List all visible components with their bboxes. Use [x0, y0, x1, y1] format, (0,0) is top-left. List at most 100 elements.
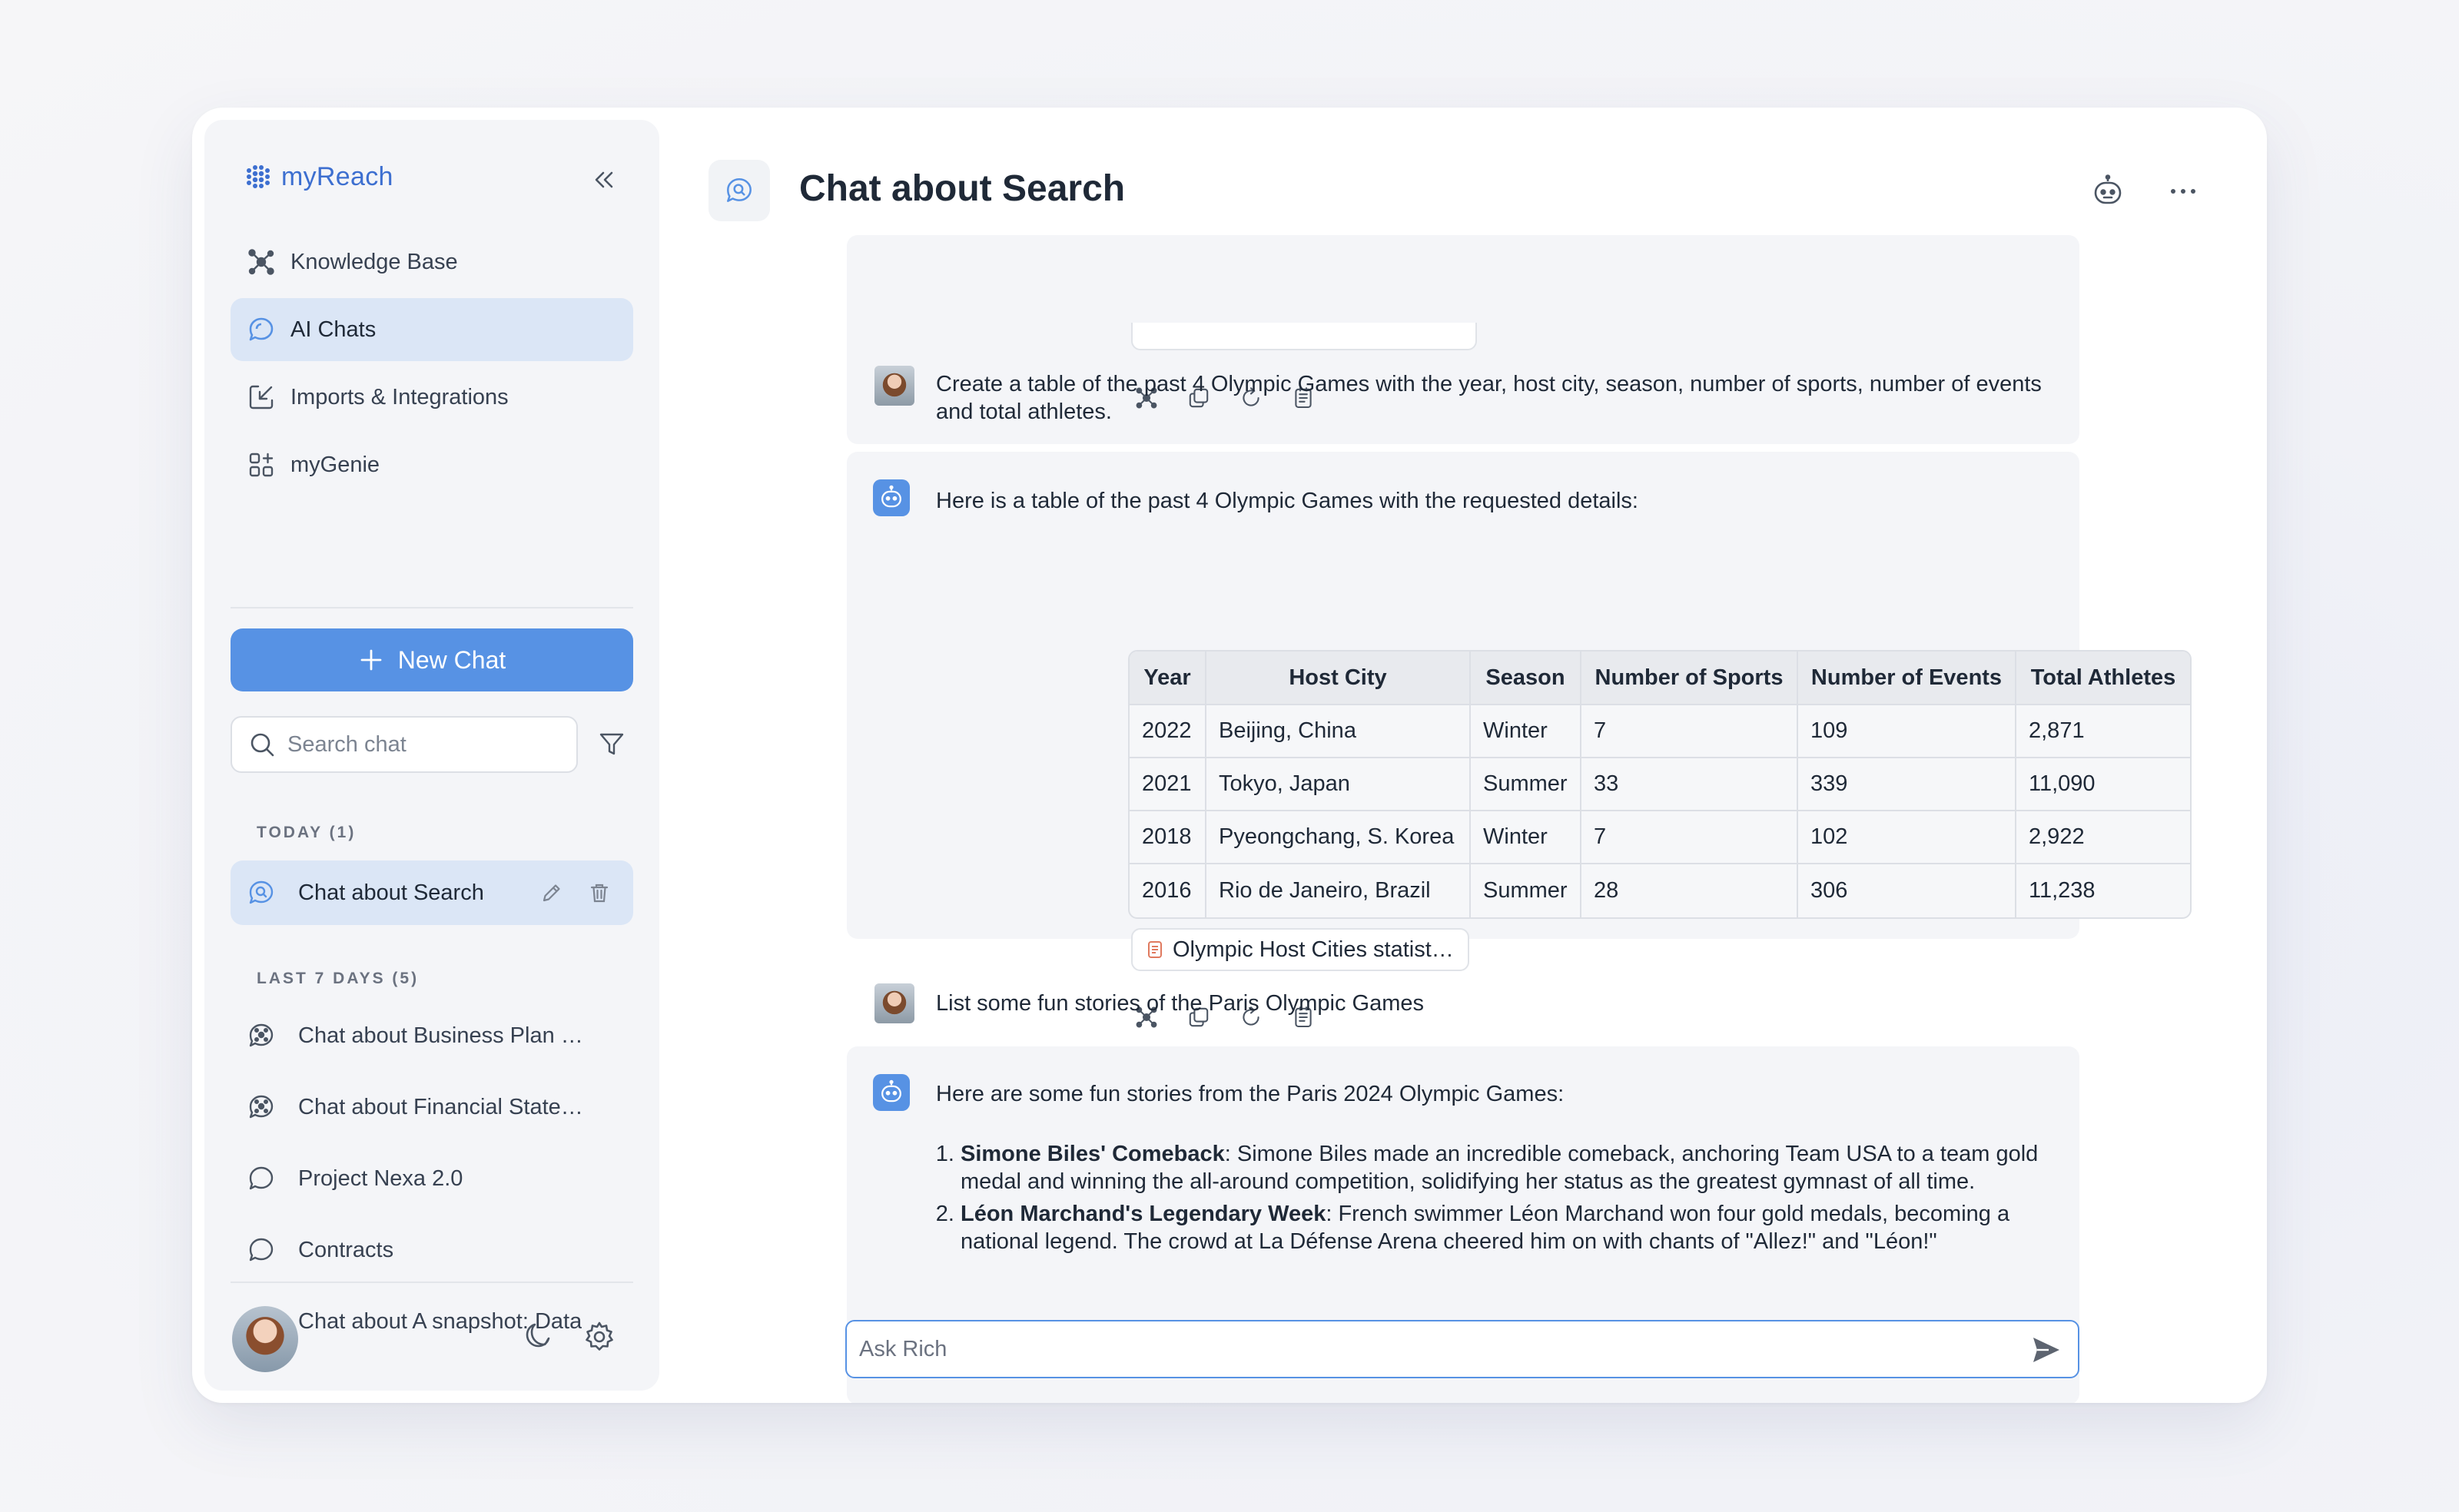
table-cell: Beijing, China	[1206, 705, 1471, 758]
page-title: Chat about Search	[799, 168, 1126, 209]
nav-label: Knowledge Base	[290, 249, 458, 274]
table-cell: 2016	[1130, 864, 1206, 917]
divider	[231, 607, 633, 608]
sidebar: myReach Knowledge Base AI Chats Imports …	[204, 120, 659, 1391]
ask-input[interactable]	[859, 1336, 1996, 1362]
olympics-table: Year Host City Season Number of Sports N…	[1128, 650, 2192, 919]
table-header: Season	[1471, 652, 1581, 705]
last-7-days-section-label: LAST 7 DAYS (5)	[257, 970, 420, 987]
table-header-row: Year Host City Season Number of Sports N…	[1130, 652, 2190, 705]
ai-chat-icon	[249, 1095, 274, 1119]
table-row: 2018 Pyeongchang, S. Korea Winter 7 102 …	[1130, 811, 2190, 864]
nav-knowledge-base[interactable]: Knowledge Base	[231, 230, 633, 293]
chat-item-label: Chat about Financial Statements	[298, 1094, 598, 1119]
bot-avatar	[873, 1074, 910, 1111]
chat-item-label: Project Nexa 2.0	[298, 1166, 463, 1191]
table-header: Total Athletes	[2016, 652, 2190, 705]
search-chat-input[interactable]	[287, 731, 549, 758]
table-cell: Tokyo, Japan	[1206, 758, 1471, 811]
chat-list-item[interactable]: Chat about Search	[231, 860, 633, 925]
bot-avatar	[873, 479, 910, 516]
table-cell: 11,090	[2016, 758, 2190, 811]
filter-button[interactable]	[595, 727, 629, 761]
story-title: Simone Biles' Comeback	[961, 1142, 1225, 1166]
chat-list-item[interactable]: Chat about Financial Statements	[231, 1075, 633, 1139]
story-title: Léon Marchand's Legendary Week	[961, 1202, 1326, 1226]
table-row: 2016 Rio de Janeiro, Brazil Summer 28 30…	[1130, 864, 2190, 917]
bot-icon	[881, 485, 901, 508]
table-cell: 2021	[1130, 758, 1206, 811]
plus-icon	[360, 649, 382, 671]
nav-label: myGenie	[290, 452, 380, 477]
source-chip[interactable]: Olympic Host Cities statist…	[1131, 928, 1469, 971]
table-cell: 11,238	[2029, 878, 2096, 903]
table-cell: 109	[1798, 705, 2016, 758]
list-item: Simone Biles' Comeback: Simone Biles mad…	[961, 1140, 2072, 1195]
more-options-icon[interactable]	[2165, 174, 2201, 209]
import-icon	[249, 385, 274, 410]
brand[interactable]: myReach	[243, 161, 393, 192]
table-cell: 2022	[1130, 705, 1206, 758]
send-icon[interactable]	[2030, 1334, 2062, 1366]
table-header: Host City	[1206, 652, 1471, 705]
table-cell: 306	[1798, 864, 2016, 917]
apps-grid-icon	[249, 453, 274, 477]
collapse-sidebar-button[interactable]	[589, 164, 619, 195]
table-cell: 102	[1798, 811, 2016, 864]
table-cell: 2018	[1130, 811, 1206, 864]
filter-icon	[599, 733, 624, 755]
nav-mygenie[interactable]: myGenie	[231, 433, 633, 496]
nav-imports-integrations[interactable]: Imports & Integrations	[231, 366, 633, 429]
source-chip-partial[interactable]	[1131, 323, 1477, 350]
ai-search-chat-icon	[249, 880, 274, 904]
myreach-logo-icon	[247, 165, 270, 188]
search-chat-box[interactable]	[231, 716, 578, 773]
nav-label: Imports & Integrations	[290, 384, 509, 410]
chat-item-actions	[536, 881, 615, 904]
user-message-text: List some fun stories of the Paris Olymp…	[936, 991, 1424, 1016]
trash-icon[interactable]	[584, 881, 615, 904]
brand-name: myReach	[281, 161, 393, 191]
network-icon	[248, 249, 274, 275]
double-chevron-left-icon	[595, 171, 613, 188]
stories-list: Simone Biles' Comeback: Simone Biles mad…	[934, 1140, 2072, 1341]
document-icon	[1148, 941, 1162, 958]
composer[interactable]	[845, 1320, 2079, 1378]
search-icon	[251, 733, 274, 757]
table-header: Year	[1130, 652, 1206, 705]
table-cell: Rio de Janeiro, Brazil	[1206, 864, 1471, 917]
table-header: Number of Sports	[1581, 652, 1798, 705]
nav-ai-chats[interactable]: AI Chats	[231, 298, 633, 361]
table-cell: Winter	[1471, 705, 1581, 758]
nav-label: AI Chats	[290, 317, 377, 342]
user-avatar[interactable]	[232, 1306, 298, 1372]
chat-item-label: Chat about Search	[298, 880, 484, 905]
table-header: Number of Events	[1798, 652, 2016, 705]
chat-icon	[249, 1166, 274, 1190]
gear-icon[interactable]	[582, 1320, 616, 1354]
chat-list-item[interactable]: Chat about Business Plan Overview	[231, 1003, 633, 1068]
moon-icon[interactable]	[521, 1320, 555, 1354]
today-section-label: TODAY (1)	[257, 824, 357, 841]
table-cell: Summer	[1471, 758, 1581, 811]
source-chip-label: Olympic Host Cities statist…	[1173, 937, 1454, 962]
new-chat-label: New Chat	[397, 645, 506, 674]
bot-message-intro: Here is a table of the past 4 Olympic Ga…	[936, 489, 1638, 513]
chat-item-label: Chat about Business Plan Overview	[298, 1023, 598, 1048]
table-row: 2022 Beijing, China Winter 7 109 2,871	[1130, 705, 2190, 758]
edit-pencil-icon[interactable]	[536, 881, 567, 904]
table-cell: 7	[1581, 705, 1798, 758]
table-cell: Winter	[1471, 811, 1581, 864]
table-cell: 28	[1581, 864, 1798, 917]
bot-settings-icon[interactable]	[2090, 174, 2125, 209]
chat-list-item[interactable]: Contracts	[231, 1218, 633, 1282]
sidebar-footer-divider	[231, 1282, 633, 1283]
bot-message-intro: Here are some fun stories from the Paris…	[936, 1082, 1565, 1106]
list-item: Léon Marchand's Legendary Week: French s…	[961, 1200, 2072, 1255]
table-cell: 339	[1798, 758, 2016, 811]
new-chat-button[interactable]: New Chat	[231, 628, 633, 691]
ai-chat-icon	[249, 1023, 274, 1047]
table-cell: 2,922	[2016, 811, 2190, 864]
chat-list-item[interactable]: Project Nexa 2.0	[231, 1146, 633, 1211]
ai-search-chat-icon	[727, 178, 752, 202]
